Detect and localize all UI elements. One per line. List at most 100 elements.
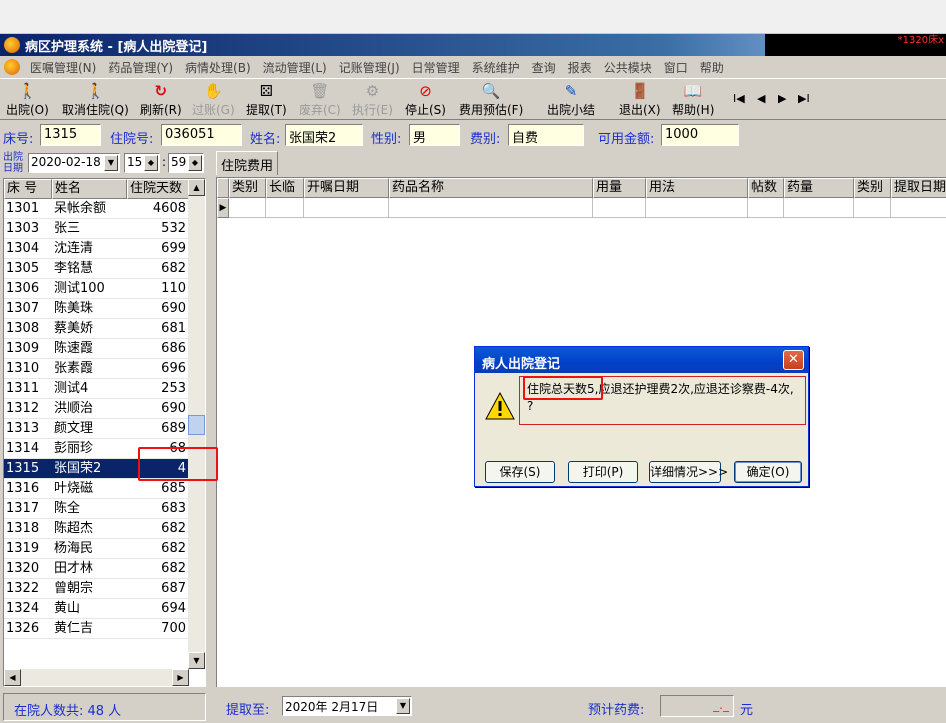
bed-row[interactable]: 1318 陈超杰 682	[4, 519, 189, 539]
cell[interactable]	[593, 198, 646, 218]
scroll-right-icon[interactable]: ▶	[172, 669, 189, 686]
help-button[interactable]: 📖 帮助(H)	[672, 82, 714, 118]
menu-condition[interactable]: 病情处理(B)	[179, 59, 257, 76]
close-icon[interactable]: ✕	[783, 350, 804, 370]
cell[interactable]	[891, 198, 946, 218]
refresh-button[interactable]: ↻ 刷新(R)	[140, 82, 182, 118]
cell[interactable]	[389, 198, 593, 218]
bed-row[interactable]: 1322 曾朝宗 687	[4, 579, 189, 599]
bed-row[interactable]: 1303 张三 532	[4, 219, 189, 239]
post-button[interactable]: ✋ 过账(G)	[192, 82, 235, 118]
col-usage[interactable]: 用法	[646, 178, 748, 198]
col-dosage[interactable]: 用量	[593, 178, 646, 198]
bed-row[interactable]: 1315 张国荣2 4	[4, 459, 189, 479]
cancel-admit-button[interactable]: 🚶 取消住院(Q)	[62, 82, 129, 118]
bed-row[interactable]: 1301 呆帐余额 4608	[4, 199, 189, 219]
bed-row[interactable]: 1305 李铭慧 682	[4, 259, 189, 279]
cell[interactable]	[266, 198, 304, 218]
sex-field[interactable]: 男	[409, 124, 460, 146]
spinner-arrows-icon[interactable]: ◆	[144, 155, 158, 171]
bed-row[interactable]: 1324 黄山 694	[4, 599, 189, 619]
bed-row[interactable]: 1320 田才林 682	[4, 559, 189, 579]
bed-row[interactable]: 1326 黄仁吉 700	[4, 619, 189, 639]
col-category-2[interactable]: 类别	[854, 178, 891, 198]
bed-row[interactable]: 1304 沈连清 699	[4, 239, 189, 259]
dialog-save-button[interactable]: 保存(S)	[485, 461, 555, 483]
cell[interactable]	[784, 198, 854, 218]
menu-report[interactable]: 报表	[562, 59, 598, 76]
fetch-button[interactable]: ⚄ 提取(T)	[246, 82, 287, 118]
discharge-button[interactable]: 🚶 出院(O)	[6, 82, 49, 118]
menu-query[interactable]: 查询	[526, 59, 562, 76]
bed-row[interactable]: 1308 蔡美娇 681	[4, 319, 189, 339]
bed-row[interactable]: 1319 杨海民 682	[4, 539, 189, 559]
cell[interactable]	[748, 198, 784, 218]
chevron-down-icon[interactable]: ▼	[104, 155, 118, 171]
fee-grid-row[interactable]: ▶	[217, 198, 946, 218]
estimate-button[interactable]: 🔍 费用预估(F)	[459, 82, 523, 118]
nav-next-icon[interactable]: ▶	[778, 92, 786, 105]
bed-row[interactable]: 1316 叶烧磁 685	[4, 479, 189, 499]
nav-first-icon[interactable]: I◀	[733, 92, 745, 105]
bed-row[interactable]: 1312 洪顺治 690	[4, 399, 189, 419]
name-field[interactable]: 张国荣2	[285, 124, 363, 146]
chevron-down-icon[interactable]: ▼	[396, 698, 410, 714]
scroll-up-icon[interactable]: ▲	[188, 179, 205, 196]
bed-row[interactable]: 1317 陈全 683	[4, 499, 189, 519]
bed-row[interactable]: 1307 陈美珠 690	[4, 299, 189, 319]
col-quantity[interactable]: 药量	[784, 178, 854, 198]
col-fetch-date[interactable]: 提取日期	[891, 178, 946, 198]
bed-row[interactable]: 1310 张素霞 696	[4, 359, 189, 379]
bed-list-hscrollbar[interactable]: ◀ ▶	[4, 669, 189, 686]
bed-row[interactable]: 1314 彭丽珍 68	[4, 439, 189, 459]
fee-type-field[interactable]: 自费	[508, 124, 584, 146]
summary-button[interactable]: ✎ 出院小结	[547, 82, 595, 118]
menu-window[interactable]: 窗口	[658, 59, 694, 76]
menu-app-icon[interactable]	[4, 59, 20, 75]
exit-button[interactable]: 🚪 退出(X)	[619, 82, 661, 118]
col-name[interactable]: 姓名	[52, 179, 127, 199]
bed-list-vscrollbar[interactable]: ▲ ▼	[188, 179, 205, 669]
hour-spinner[interactable]: 15 ◆	[124, 153, 160, 173]
menu-common[interactable]: 公共模块	[598, 59, 658, 76]
discard-button[interactable]: 🗑 废弃(C)	[299, 82, 341, 118]
menu-drugs[interactable]: 药品管理(Y)	[102, 59, 179, 76]
menu-maintenance[interactable]: 系统维护	[466, 59, 526, 76]
bed-row[interactable]: 1311 测试4 253	[4, 379, 189, 399]
menu-accounting[interactable]: 记账管理(J)	[333, 59, 406, 76]
dialog-detail-button[interactable]: 详细情况>>>	[649, 461, 728, 483]
cell[interactable]	[854, 198, 891, 218]
tab-inpatient-fees[interactable]: 住院费用	[216, 151, 279, 175]
menu-orders[interactable]: 医嘱管理(N)	[24, 59, 102, 76]
col-order-date[interactable]: 开嘱日期	[304, 178, 389, 198]
dialog-print-button[interactable]: 打印(P)	[568, 461, 638, 483]
col-doses[interactable]: 帖数	[748, 178, 784, 198]
menu-daily[interactable]: 日常管理	[406, 59, 466, 76]
discharge-date-select[interactable]: 2020-02-18 ▼	[28, 153, 120, 173]
menu-flow[interactable]: 流动管理(L)	[257, 59, 333, 76]
scroll-down-icon[interactable]: ▼	[188, 652, 205, 669]
col-days[interactable]: 住院天数	[127, 179, 189, 199]
spinner-arrows-icon[interactable]: ◆	[188, 155, 202, 171]
bed-row[interactable]: 1306 测试100 110	[4, 279, 189, 299]
stop-button[interactable]: ⊘ 停止(S)	[405, 82, 446, 118]
col-category[interactable]: 类别	[229, 178, 266, 198]
minute-spinner[interactable]: 59 ◆	[168, 153, 204, 173]
col-drug-name[interactable]: 药品名称	[389, 178, 593, 198]
nav-last-icon[interactable]: ▶I	[798, 92, 810, 105]
bed-row[interactable]: 1313 颜文理 689	[4, 419, 189, 439]
menu-help[interactable]: 帮助	[694, 59, 730, 76]
scroll-thumb[interactable]	[188, 415, 205, 435]
cell[interactable]	[304, 198, 389, 218]
nav-prev-icon[interactable]: ◀	[757, 92, 765, 105]
dialog-ok-button[interactable]: 确定(O)	[734, 461, 802, 483]
col-bed-number[interactable]: 床 号	[4, 179, 52, 199]
col-long-temp[interactable]: 长临	[266, 178, 304, 198]
bed-row[interactable]: 1309 陈速霞 686	[4, 339, 189, 359]
available-amount-field[interactable]: 1000	[661, 124, 739, 146]
cell[interactable]	[646, 198, 748, 218]
admit-no-field[interactable]: 036051	[161, 124, 242, 146]
execute-button[interactable]: ⚙ 执行(E)	[352, 82, 393, 118]
bed-field[interactable]: 1315	[40, 124, 101, 146]
fetch-date-select[interactable]: 2020年 2月17日 ▼	[282, 696, 412, 716]
